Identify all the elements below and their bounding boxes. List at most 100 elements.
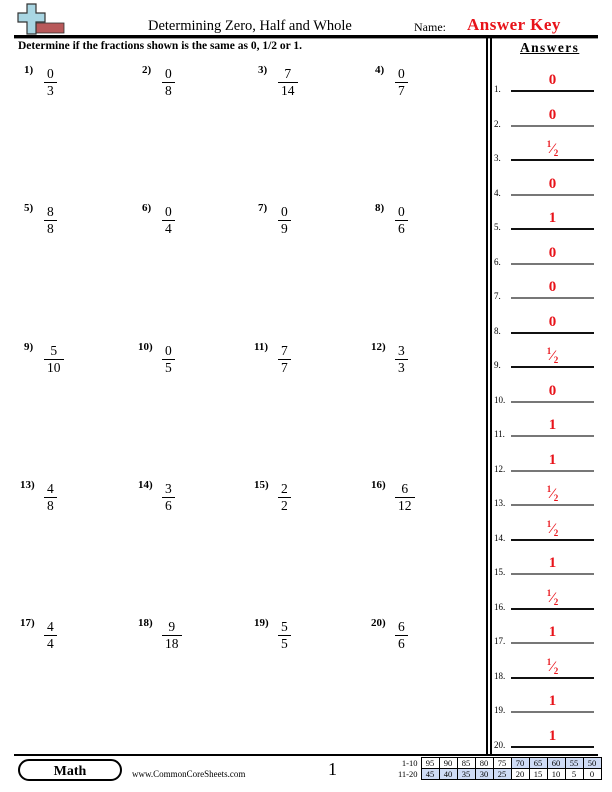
answer-number: 8. [494,325,501,336]
fraction: 66 [395,619,408,652]
score-cell: 5 [564,768,584,780]
denominator: 6 [398,636,405,651]
column-divider-left [486,38,488,754]
answer-number: 2. [494,118,501,129]
numerator: 0 [281,204,288,219]
score-cell: 60 [546,757,566,769]
answer-row: 6. 0 [494,243,594,267]
fraction: 48 [44,481,57,514]
answer-row: 15. 1 [494,553,594,577]
answer-row: 11. 1 [494,415,594,439]
answer-row: 17. 1 [494,622,594,646]
answer-line [511,573,594,575]
answer-line [511,435,594,437]
answer-line [511,504,594,506]
answer-line [511,90,594,92]
answer-number: 3. [494,153,501,163]
fraction: 9 18 [162,619,182,652]
numerator: 3 [165,481,172,496]
problem: 5) 8 8 [24,202,134,252]
answer-row: 13. 1⁄2 [494,484,594,508]
problem-number: 14) [138,479,153,491]
problem-number: 17) [20,617,35,629]
answer-row: 8. 0 [494,312,594,336]
header-divider [14,35,598,39]
answer-number: 19. [494,705,506,715]
problem: 14) 3 6 [138,479,252,529]
problem: 17) 4 4 [20,617,134,667]
numerator: 4 [47,481,54,496]
fraction: 5 10 [44,343,64,376]
denominator: 4 [165,221,172,236]
fraction: 05 [162,343,175,376]
answer-row: 20. 1 [494,726,594,750]
fraction: 55 [278,619,291,652]
answer-row: 4. 0 [494,174,594,198]
score-cell: 55 [564,757,584,769]
numerator: 5 [50,343,58,358]
denominator: 5 [281,636,288,651]
answer-row: 16. 1⁄2 [494,588,594,612]
answer-line [511,711,594,713]
problem: 15) 2 2 [254,479,368,529]
answer-value: 1 [548,210,557,226]
problem: 7) 0 9 [258,202,368,252]
problem: 2) 0 8 [142,64,252,114]
denominator: 8 [47,221,54,236]
answer-value: 1⁄2 [546,656,559,676]
answer-number: 10. [494,394,506,405]
answer-row: 7. 0 [494,277,594,301]
answer-number: 1. [494,84,501,94]
numerator: 5 [281,619,288,634]
problem: 13) 4 8 [20,479,134,529]
denominator: 7 [281,360,288,375]
answer-value: 0 [548,175,557,192]
answer-number: 14. [494,532,506,543]
problem-number: 7) [258,202,268,214]
numerator: 8 [47,204,54,219]
score-cell: 20 [510,768,530,780]
answer-line [511,124,594,127]
answer-value: 1 [548,555,557,571]
numerator: 0 [165,204,172,219]
answer-line [511,262,594,265]
answer-number: 17. [494,636,506,646]
problem-number: 9) [24,341,34,353]
score-cell: 85 [456,757,476,769]
answer-row: 5. 1 [494,208,594,232]
problem: 6) 0 4 [142,202,252,252]
denominator: 14 [281,83,295,98]
website-link[interactable]: www.CommonCoreSheets.com [132,769,245,779]
problem: 1) 0 3 [24,64,134,114]
problem: 20) 6 6 [371,617,485,667]
numerator: 4 [47,619,54,634]
answer-line [511,193,594,196]
answer-value: 0 [548,313,557,330]
score-table: 1-10 95 90 85 80 75 70 65 60 55 50 11-20 45 40 35 30 25 2… [395,757,602,780]
denominator: 7 [398,83,405,98]
score-cell: 30 [474,768,494,780]
column-divider-right [490,38,492,754]
footer-divider [14,754,598,756]
score-cell: 70 [510,757,530,769]
answer-value: 1 [548,624,557,640]
answer-line [511,642,594,644]
answer-number: 11. [494,429,505,439]
problem-number: 6) [142,202,152,214]
answer-line [511,331,594,334]
answer-value: 1 [548,451,557,468]
answer-number: 12. [494,463,506,474]
problem-number: 5) [24,202,34,214]
problem: 12) 3 3 [371,341,485,391]
problem: 18) 9 18 [138,617,252,667]
page-number: 1 [328,759,337,779]
answer-line [511,297,594,299]
worksheet-title: Determining Zero, Half and Whole [148,18,352,34]
answer-number: 4. [494,187,501,198]
denominator: 4 [47,636,54,651]
score-cell: 95 [420,757,440,769]
problem-number: 16) [371,479,386,491]
denominator: 9 [281,221,288,236]
answer-line [511,400,594,403]
answer-row: 1. 0 [494,70,594,94]
